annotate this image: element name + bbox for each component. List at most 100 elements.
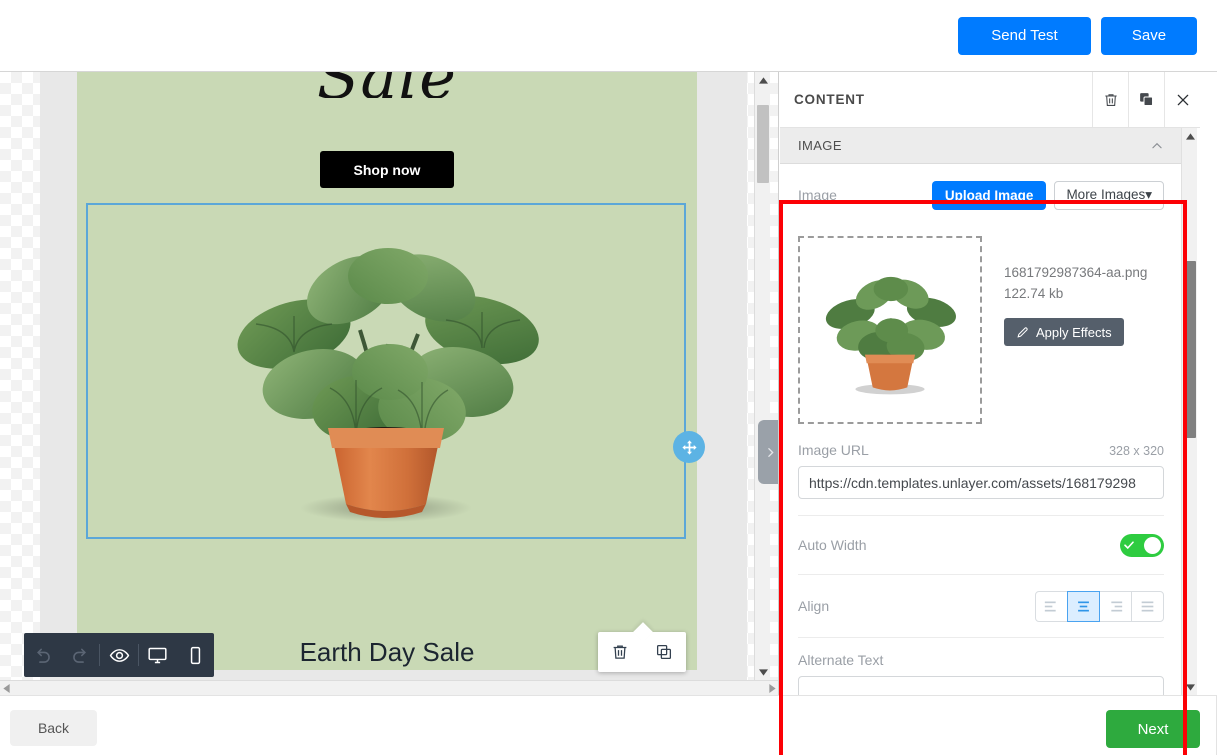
desktop-icon xyxy=(148,647,167,663)
plant-image xyxy=(210,212,562,530)
redo-button[interactable] xyxy=(62,633,100,677)
panel-scroll-thumb[interactable] xyxy=(1184,261,1196,438)
shop-now-button[interactable]: Shop now xyxy=(320,151,454,188)
align-left-icon xyxy=(1044,601,1056,611)
delete-block-button[interactable] xyxy=(607,639,633,665)
undo-icon xyxy=(37,648,51,663)
image-thumbnail-dropzone[interactable] xyxy=(798,236,982,424)
canvas-horizontal-scrollbar[interactable] xyxy=(0,680,778,695)
caret-up-icon xyxy=(1185,132,1195,140)
more-images-label: More Images xyxy=(1066,187,1146,202)
align-button-group xyxy=(1035,590,1164,622)
canvas-scroll-thumb[interactable] xyxy=(757,105,769,183)
panel-delete-button[interactable] xyxy=(1092,72,1128,127)
panel-scroll-up-arrow[interactable] xyxy=(1182,128,1198,144)
caret-right-icon xyxy=(769,683,776,693)
mobile-icon xyxy=(190,646,200,664)
image-row-label: Image xyxy=(798,187,837,203)
undo-button[interactable] xyxy=(24,633,62,677)
toggle-knob xyxy=(1144,536,1161,554)
trash-icon xyxy=(613,645,627,659)
alternate-text-input[interactable] xyxy=(798,676,1164,695)
image-dimensions: 328 x 320 xyxy=(1109,444,1164,458)
close-icon xyxy=(1177,94,1188,105)
auto-width-label: Auto Width xyxy=(798,537,867,553)
desktop-view-button[interactable] xyxy=(139,633,177,677)
content-properties-panel: CONTENT IMAGE Image Upload Image More Im… xyxy=(779,72,1217,755)
align-right-button[interactable] xyxy=(1099,590,1132,622)
move-block-handle[interactable] xyxy=(673,431,705,463)
redo-icon xyxy=(73,648,86,663)
chevron-down-icon: ▾ xyxy=(1145,187,1152,202)
email-editor-app: Send Test Save Sale Shop now xyxy=(0,0,1217,755)
upload-image-button[interactable]: Upload Image xyxy=(931,180,1047,210)
image-url-head: Image URL 328 x 320 xyxy=(798,442,1164,458)
workspace: Sale Shop now xyxy=(0,72,1217,755)
caret-down-icon xyxy=(1185,683,1195,691)
preview-button[interactable] xyxy=(100,633,138,677)
auto-width-row: Auto Width xyxy=(780,516,1182,574)
panel-header: CONTENT xyxy=(780,72,1200,128)
mobile-view-button[interactable] xyxy=(176,633,214,677)
apply-effects-button[interactable]: Apply Effects xyxy=(1004,318,1124,346)
align-right-icon xyxy=(1111,601,1123,611)
back-button[interactable]: Back xyxy=(10,710,97,746)
more-images-button[interactable]: More Images▾ xyxy=(1054,180,1164,210)
potted-plant-thumbnail xyxy=(825,276,956,395)
image-section-header[interactable]: IMAGE xyxy=(780,128,1182,164)
check-icon xyxy=(1124,541,1134,550)
scroll-up-arrow[interactable] xyxy=(755,72,771,88)
block-actions-tooltip xyxy=(598,622,686,672)
panel-title: CONTENT xyxy=(794,92,865,107)
email-body: Sale Shop now xyxy=(77,72,697,670)
next-button[interactable]: Next xyxy=(1106,710,1200,748)
image-file-name: 1681792987364-aa.png xyxy=(1004,265,1148,280)
canvas-vertical-scrollbar[interactable] xyxy=(754,72,770,680)
caret-left-icon xyxy=(3,683,10,693)
move-arrows-icon xyxy=(681,439,697,455)
pencil-icon xyxy=(1017,326,1028,338)
align-justify-button[interactable] xyxy=(1131,590,1164,622)
scroll-left-arrow[interactable] xyxy=(3,683,10,693)
panel-body: IMAGE Image Upload Image More Images▾ 16… xyxy=(780,128,1182,695)
align-label: Align xyxy=(798,598,830,614)
email-canvas-stage: Sale Shop now xyxy=(0,72,779,695)
scroll-down-arrow[interactable] xyxy=(755,664,771,680)
panel-duplicate-button[interactable] xyxy=(1128,72,1164,127)
auto-width-toggle[interactable] xyxy=(1120,533,1164,557)
image-file-size: 122.74 kb xyxy=(1004,286,1064,301)
panel-scroll-down-arrow[interactable] xyxy=(1182,679,1198,695)
align-center-button[interactable] xyxy=(1067,590,1100,622)
align-justify-icon xyxy=(1141,601,1154,611)
trash-icon xyxy=(1104,93,1117,106)
editor-history-toolbar xyxy=(24,633,214,677)
align-left-button[interactable] xyxy=(1035,590,1068,622)
image-preview-area: 1681792987364-aa.png 122.74 kb Apply Eff… xyxy=(780,226,1182,438)
scroll-right-arrow[interactable] xyxy=(769,683,776,693)
duplicate-icon xyxy=(1140,93,1154,107)
panel-close-button[interactable] xyxy=(1164,72,1200,127)
image-upload-row: Image Upload Image More Images▾ xyxy=(780,164,1182,226)
image-url-input[interactable] xyxy=(798,466,1164,499)
send-test-button[interactable]: Send Test xyxy=(958,16,1091,55)
top-toolbar: Send Test Save xyxy=(0,0,1217,72)
caret-down-icon xyxy=(758,668,768,676)
align-center-icon xyxy=(1078,601,1089,611)
image-url-label: Image URL xyxy=(798,442,869,458)
panel-vertical-scrollbar[interactable] xyxy=(1181,128,1197,695)
align-row: Align xyxy=(780,575,1182,637)
potted-plant-illustration xyxy=(237,248,539,522)
sale-script-heading: Sale xyxy=(77,72,697,98)
image-metadata: 1681792987364-aa.png 122.74 kb Apply Eff… xyxy=(982,236,1147,424)
eye-icon xyxy=(109,648,129,662)
save-button[interactable]: Save xyxy=(1101,16,1197,55)
duplicate-block-button[interactable] xyxy=(651,639,677,665)
panel-expand-tab[interactable] xyxy=(758,420,778,484)
alternate-text-label: Alternate Text xyxy=(798,652,884,668)
wizard-footer: Back Next xyxy=(0,695,1217,755)
caret-up-icon xyxy=(758,76,768,84)
chevron-up-icon xyxy=(1152,142,1162,148)
image-url-row: Image URL 328 x 320 xyxy=(780,438,1182,499)
selected-image-block[interactable] xyxy=(86,203,686,539)
apply-effects-label: Apply Effects xyxy=(1036,324,1112,340)
